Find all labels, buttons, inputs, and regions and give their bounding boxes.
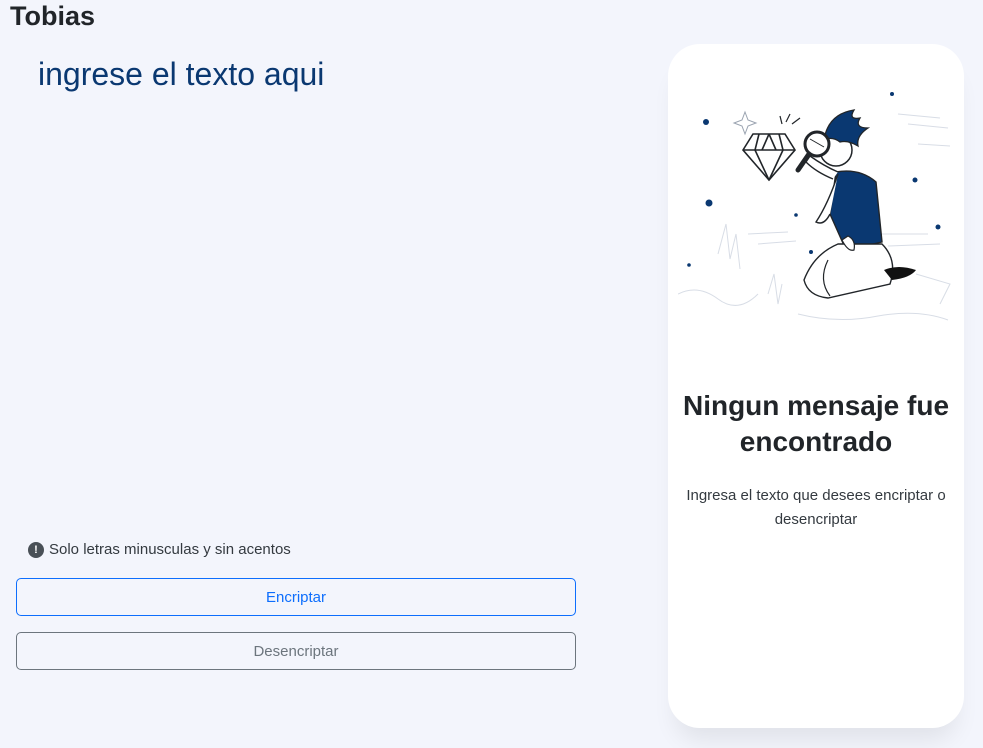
- empty-state-title: Ningun mensaje fue encontrado: [682, 390, 950, 457]
- output-panel: Ningun mensaje fue encontrado Ingresa el…: [668, 44, 964, 728]
- hint-text: Solo letras minusculas y sin acentos: [49, 541, 291, 558]
- empty-state-description: Ingresa el texto que desees encriptar o …: [686, 487, 946, 528]
- message-input[interactable]: [38, 54, 628, 514]
- encrypt-button[interactable]: Encriptar: [16, 578, 576, 616]
- exclamation-circle-icon: !: [28, 541, 44, 558]
- decrypt-button[interactable]: Desencriptar: [16, 632, 576, 670]
- input-hint: ! Solo letras minusculas y sin acentos: [28, 541, 291, 558]
- app-logo: Tobias: [10, 1, 96, 31]
- person-with-magnifying-glass-illustration: [678, 92, 951, 321]
